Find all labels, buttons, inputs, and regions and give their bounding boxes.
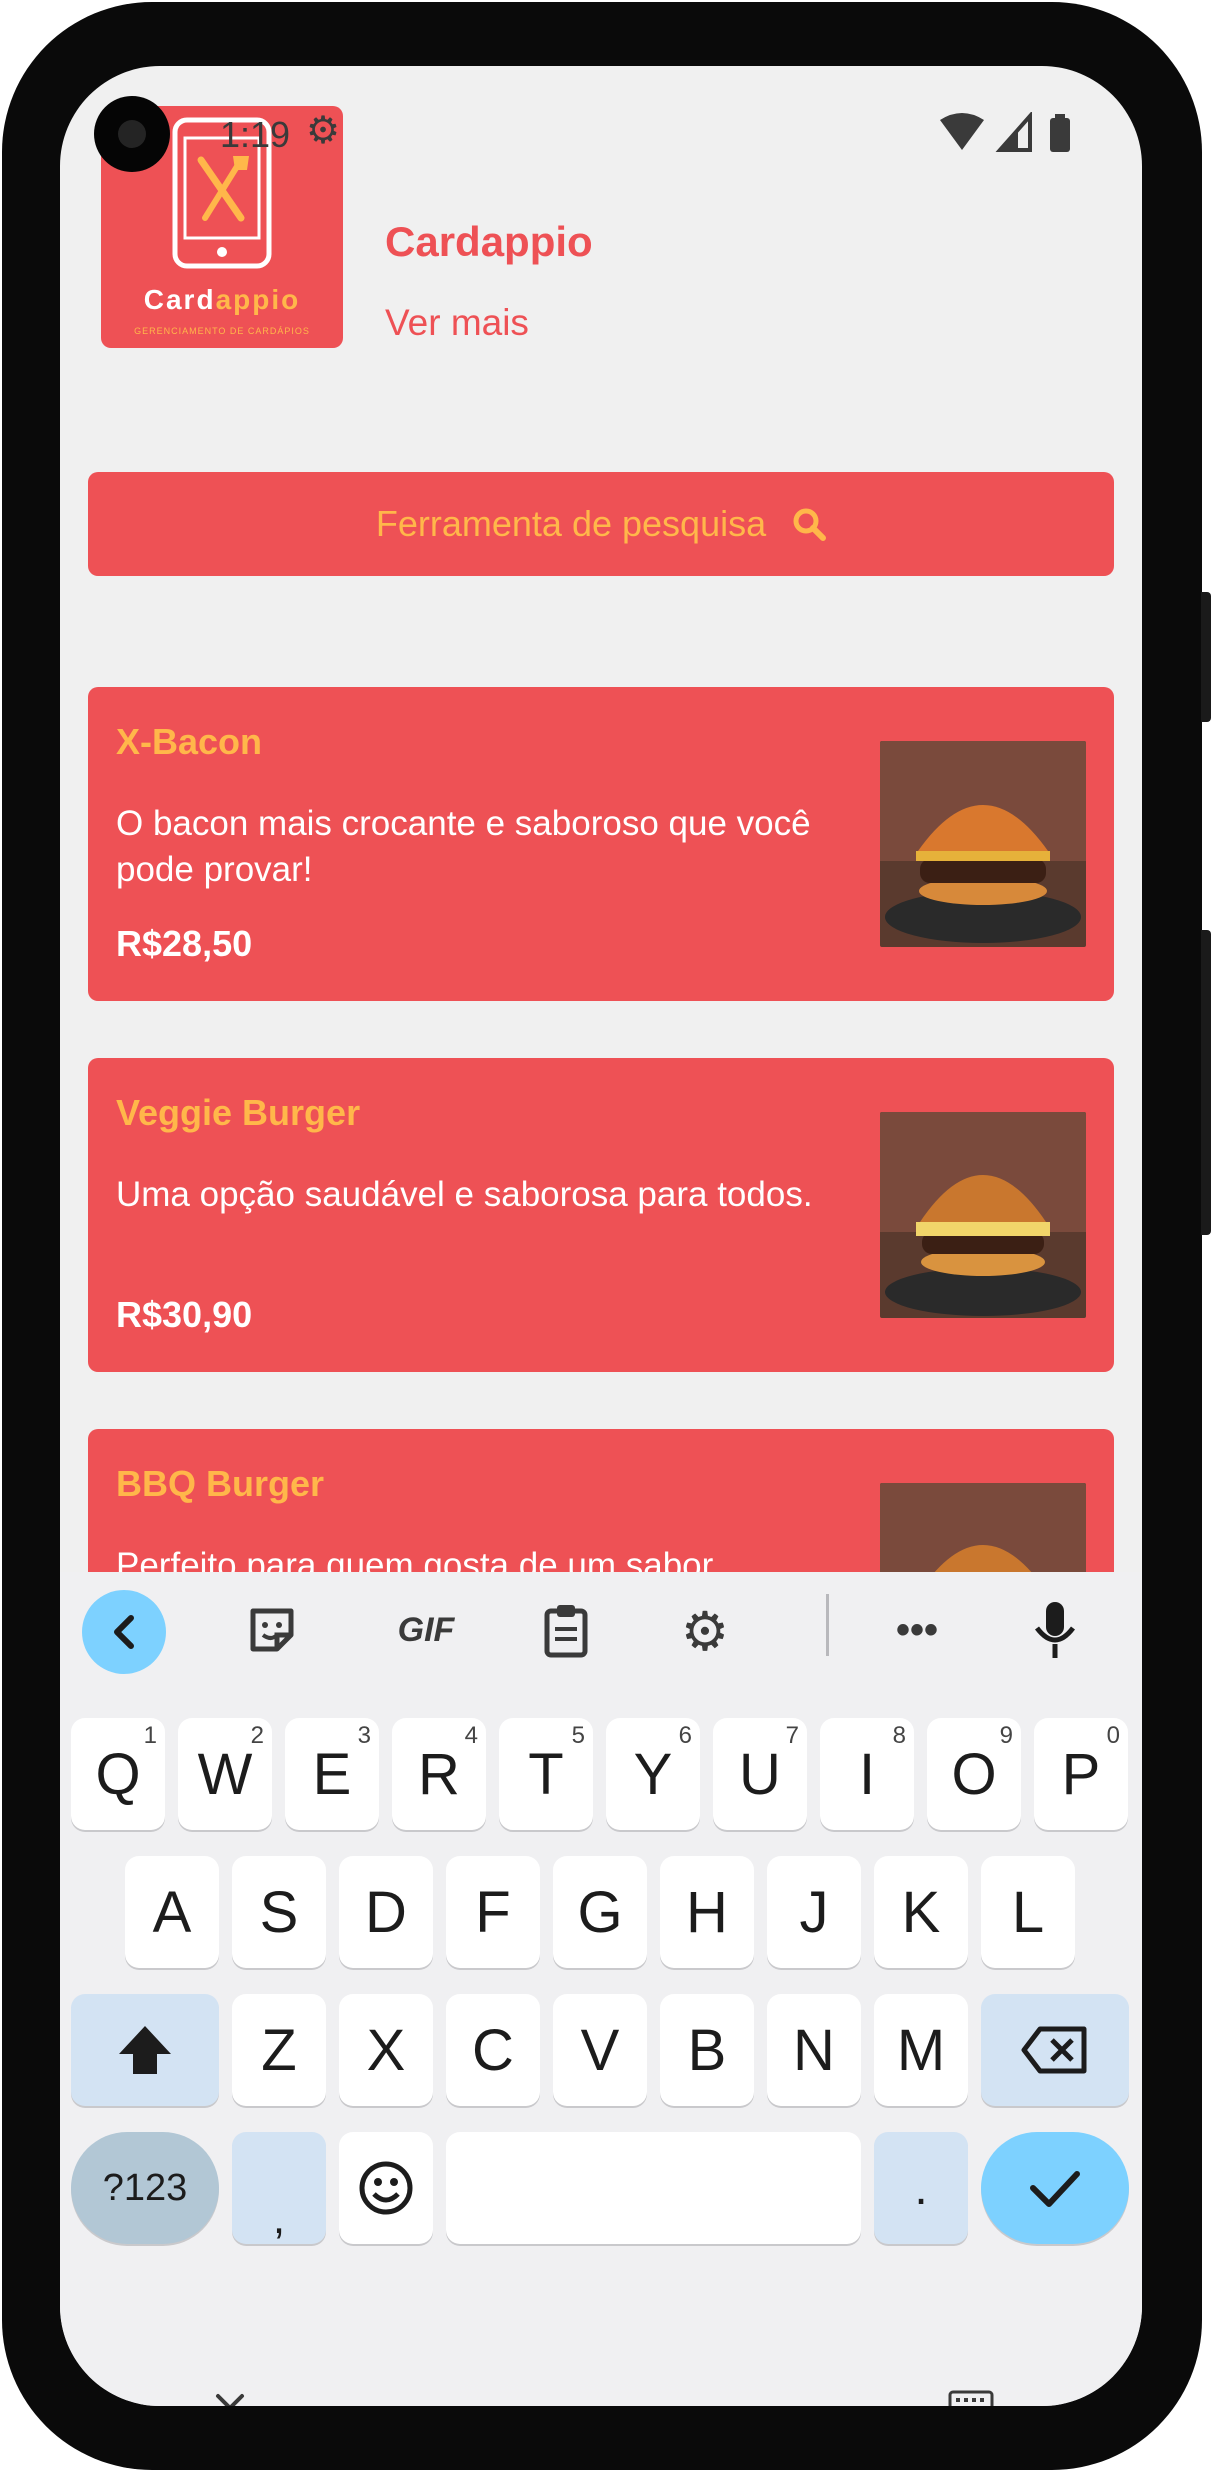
key-k[interactable]: K [874,1856,968,1968]
key-h[interactable]: H [660,1856,754,1968]
settings-notification-icon: ⚙ [306,110,341,152]
menu-item-title: Veggie Burger [116,1092,361,1133]
key-a[interactable]: A [125,1856,219,1968]
front-camera [94,96,170,172]
period-key[interactable]: . [874,2132,968,2244]
key-x[interactable]: X [339,1994,433,2106]
search-icon [793,508,827,541]
menu-item-card[interactable]: Veggie Burger Uma opção saudável e sabor… [88,1058,1114,1372]
clipboard-icon[interactable] [534,1596,598,1666]
keyboard: GIF ⚙ ••• Q1 W2 E3 R4 T5 Y6 U7 I8 O9 P0 … [60,1572,1142,2406]
keyboard-toolbar: GIF ⚙ ••• [60,1572,1142,1692]
search-button[interactable]: Ferramenta de pesquisa [88,472,1114,576]
comma-key[interactable]: , [232,2132,326,2244]
menu-item-price: R$28,50 [116,923,253,964]
key-i[interactable]: I8 [820,1718,914,1830]
key-g[interactable]: G [553,1856,647,1968]
burger-photo [880,741,1086,947]
key-e[interactable]: E3 [285,1718,379,1830]
key-f[interactable]: F [446,1856,540,1968]
key-l[interactable]: L [981,1856,1075,1968]
more-icon[interactable]: ••• [882,1598,952,1662]
phone-side-button [1201,592,1211,722]
emoji-key[interactable] [339,2132,433,2244]
key-p[interactable]: P0 [1034,1718,1128,1830]
toolbar-divider [826,1594,829,1656]
symbols-key[interactable]: ?123 [71,2132,219,2244]
battery-icon [1050,118,1070,152]
phone-volume-button [1201,930,1211,1235]
back-chevron-icon[interactable] [82,1590,166,1674]
wifi-icon [940,113,984,150]
menu-item-photo [880,1112,1086,1318]
key-y[interactable]: Y6 [606,1718,700,1830]
see-more-link[interactable]: Ver mais [385,302,529,344]
shift-key[interactable] [71,1994,219,2106]
space-key[interactable] [446,2132,861,2244]
key-t[interactable]: T5 [499,1718,593,1830]
key-j[interactable]: J [767,1856,861,1968]
shift-arrow-icon [119,2026,171,2074]
backspace-icon [1021,2026,1087,2074]
status-icons [940,112,1070,152]
menu-item-description: Uma opção saudável e saborosa para todos… [116,1175,813,1214]
key-n[interactable]: N [767,1994,861,2106]
emoji-icon [359,2161,413,2215]
sticker-icon[interactable] [240,1598,304,1662]
menu-item-price: R$30,90 [116,1294,253,1335]
key-r[interactable]: R4 [392,1718,486,1830]
key-s[interactable]: S [232,1856,326,1968]
key-c[interactable]: C [446,1994,540,2106]
menu-item-description: O bacon mais crocante e saboroso que voc… [116,804,811,889]
search-label: Ferramenta de pesquisa [375,503,767,544]
gear-icon[interactable]: ⚙ [670,1596,740,1666]
status-time: 1:19 [220,114,291,155]
key-v[interactable]: V [553,1994,647,2106]
gif-button[interactable]: GIF [386,1598,466,1662]
enter-key[interactable] [981,2132,1129,2244]
key-b[interactable]: B [660,1994,754,2106]
key-d[interactable]: D [339,1856,433,1968]
brand-name: Cardappio [385,218,593,265]
key-z[interactable]: Z [232,1994,326,2106]
menu-item-card[interactable]: X-Bacon O bacon mais crocante e saboroso… [88,687,1114,1001]
key-w[interactable]: W2 [178,1718,272,1830]
menu-item-title: X-Bacon [116,721,263,762]
hide-keyboard-icon[interactable] [210,2390,250,2406]
checkmark-icon [1030,2171,1080,2207]
menu-item-title: BBQ Burger [116,1463,325,1504]
microphone-icon[interactable] [1020,1592,1090,1668]
camera-lens [118,120,146,148]
menu-item-photo [880,741,1086,947]
backspace-key[interactable] [981,1994,1129,2106]
burger-photo [880,1112,1086,1318]
logo-subtitle: GERENCIAMENTO DE CARDÁPIOS [134,326,310,336]
logo-wordmark: Cardappio [143,284,301,315]
key-q[interactable]: Q1 [71,1718,165,1830]
key-u[interactable]: U7 [713,1718,807,1830]
keyboard-switch-icon[interactable] [948,2390,994,2406]
key-o[interactable]: O9 [927,1718,1021,1830]
app-screen: 1:19 ⚙ Cardappio GERENCIAMENTO DE CARDÁP… [60,66,1142,2406]
key-m[interactable]: M [874,1994,968,2106]
